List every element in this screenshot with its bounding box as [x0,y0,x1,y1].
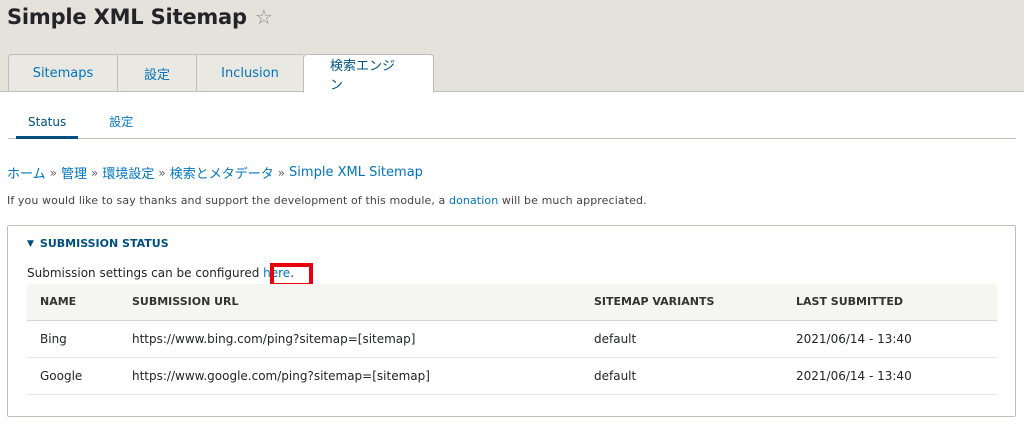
submission-url: https://www.bing.com/ping?sitemap=[sitem… [132,331,416,346]
breadcrumb-separator: » [277,165,286,180]
table-row: Google https://www.google.com/ping?sitem… [27,357,997,394]
breadcrumb-search-metadata[interactable]: 検索とメタデータ [170,163,274,182]
submission-table: NAME SUBMISSION URL SITEMAP VARIANTS LAS… [27,284,997,395]
submission-status-toggle[interactable]: ▼ SUBMISSION STATUS [27,237,169,250]
breadcrumb-admin[interactable]: 管理 [61,163,87,182]
tab-settings[interactable]: 設定 [117,54,196,92]
table-row: Bing https://www.bing.com/ping?sitemap=[… [27,320,997,357]
config-prefix: Submission settings can be configured [27,266,264,280]
breadcrumb: ホーム » 管理 » 環境設定 » 検索とメタデータ » Simple XML … [7,163,423,182]
tab-inclusion[interactable]: Inclusion [196,54,303,92]
table-header-row: NAME SUBMISSION URL SITEMAP VARIANTS LAS… [27,284,997,320]
breadcrumb-simple-xml-sitemap[interactable]: Simple XML Sitemap [289,165,423,180]
last-submitted: 2021/06/14 - 13:40 [796,331,912,346]
secondary-tabs: Status 設定 [8,104,1016,139]
breadcrumb-separator: » [49,165,57,180]
star-icon[interactable]: ☆ [255,5,273,29]
breadcrumb-separator: » [158,165,166,180]
notice-suffix: will be much appreciated. [498,194,647,207]
breadcrumb-home[interactable]: ホーム [7,163,46,182]
tab-sitemaps[interactable]: Sitemaps [8,54,117,92]
page-title-text: Simple XML Sitemap [7,5,247,29]
column-submission-url: SUBMISSION URL [132,295,239,309]
engine-name: Bing [40,331,67,346]
donation-notice: If you would like to say thanks and supp… [7,194,647,207]
page-header: Simple XML Sitemap ☆ Sitemaps 設定 Inclusi… [0,0,1024,93]
triangle-down-icon: ▼ [27,238,34,249]
column-name: NAME [40,295,77,309]
column-sitemap-variants: SITEMAP VARIANTS [594,295,715,309]
submission-status-title: SUBMISSION STATUS [39,237,169,250]
subtab-settings[interactable]: 設定 [97,104,145,139]
page-title: Simple XML Sitemap ☆ [7,5,273,29]
breadcrumb-separator: » [90,165,99,180]
submission-status-panel: ▼ SUBMISSION STATUS Submission settings … [7,225,1016,417]
breadcrumb-config[interactable]: 環境設定 [102,163,154,182]
submission-config-line: Submission settings can be configured he… [27,266,294,280]
primary-tabs: Sitemaps 設定 Inclusion 検索エンジン [8,54,434,93]
submission-url: https://www.google.com/ping?sitemap=[sit… [132,368,430,383]
notice-prefix: If you would like to say thanks and supp… [7,194,449,207]
column-last-submitted: LAST SUBMITTED [796,295,903,309]
sitemap-variants: default [594,368,637,383]
tab-search-engines[interactable]: 検索エンジン [303,54,434,93]
subtab-status[interactable]: Status [16,104,79,139]
donation-link[interactable]: donation [449,194,498,207]
sitemap-variants: default [594,331,637,346]
last-submitted: 2021/06/14 - 13:40 [796,368,912,383]
engine-name: Google [40,368,83,383]
